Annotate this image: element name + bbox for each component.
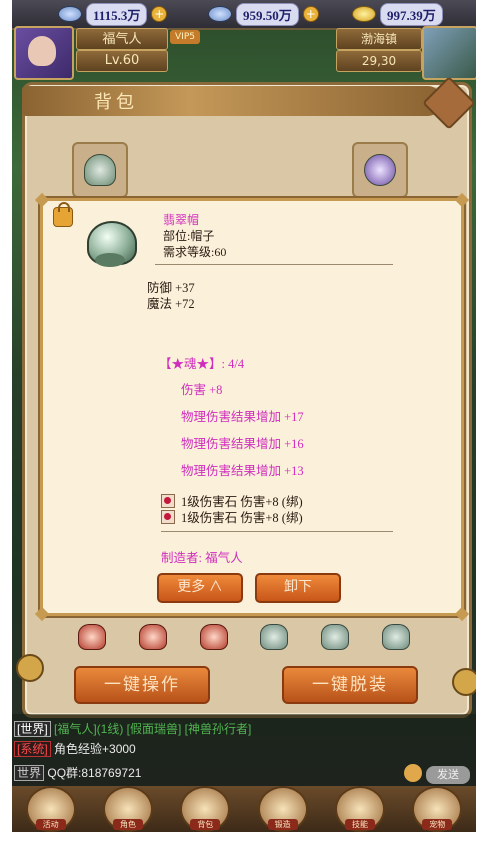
nav-label: 锻造 <box>267 819 298 830</box>
soul-attribute: 伤害 +8 <box>181 383 223 397</box>
chat-text: 角色经验+3000 <box>54 742 136 756</box>
helmet-icon <box>78 624 106 650</box>
item-name: 翡翠帽 <box>163 213 200 227</box>
minimap[interactable] <box>422 26 476 80</box>
chat-message: 世界 QQ群:818769721 <box>14 764 141 781</box>
vip-badge[interactable]: VIP5 <box>170 30 200 44</box>
resource-bar: 1115.3万 + 959.50万 + 997.39万 <box>12 0 476 30</box>
unequip-button[interactable]: 卸下 <box>255 573 341 603</box>
player-avatar[interactable] <box>14 26 74 80</box>
location-name: 渤海镇 <box>336 28 422 50</box>
location-coords: 29,30 <box>336 50 422 72</box>
item-maker: 制造者: 福气人 <box>161 551 243 565</box>
nav-label: 背包 <box>190 819 221 830</box>
helmet-icon <box>260 624 289 650</box>
gem-icon <box>161 493 175 508</box>
gold-icon <box>352 6 376 22</box>
item-slot: 部位:帽子 <box>163 229 215 243</box>
resource-ingot: 959.50万 + <box>208 2 319 26</box>
helmet-icon <box>138 624 167 650</box>
bag-item[interactable] <box>372 614 418 658</box>
equip-slot-helmet[interactable] <box>72 142 128 198</box>
gold-amount: 997.39万 <box>380 2 443 26</box>
add-ingot-button[interactable]: + <box>302 6 319 22</box>
helmet-icon <box>199 624 228 650</box>
gem-line: 1级伤害石 伤害+8 (绑) <box>161 507 303 526</box>
ingot-amount: 959.50万 <box>236 2 299 26</box>
silver-icon <box>58 6 82 22</box>
bag-title: 背包 <box>94 92 138 112</box>
emoji-icon[interactable] <box>404 764 422 782</box>
nav-label: 宠物 <box>422 819 453 830</box>
divider <box>155 264 393 265</box>
equip-slot-accessory[interactable] <box>352 142 408 198</box>
chat-message: [系统] 角色经验+3000 <box>14 740 136 757</box>
helmet-icon <box>83 215 139 271</box>
nav-bag[interactable]: 背包 <box>180 786 231 832</box>
resource-silver: 1115.3万 + <box>58 2 168 26</box>
soul-attribute: 物理伤害结果增加 +17 <box>181 410 304 424</box>
emote-icon[interactable] <box>16 654 44 682</box>
player-name: 福气人 <box>76 28 168 50</box>
bag-item[interactable] <box>190 614 236 658</box>
chat-channel-tag[interactable]: [世界] <box>14 721 51 737</box>
chat-text: QQ群:818769721 <box>47 766 142 780</box>
bag-item[interactable] <box>311 614 357 658</box>
gem-icon <box>161 509 175 524</box>
item-stat: 魔法 +72 <box>147 297 195 311</box>
helmet-icon <box>84 154 116 186</box>
player-level: Lv.60 <box>76 50 168 72</box>
lock-icon[interactable] <box>53 202 73 227</box>
resource-gold: 997.39万 <box>352 2 443 26</box>
nav-label: 技能 <box>344 819 375 830</box>
chat-channel-tag: [系统] <box>14 741 51 757</box>
divider <box>161 531 393 532</box>
item-tooltip: 翡翠帽 部位:帽子 需求等级:60 防御 +37 魔法 +72 【★魂★】: 4… <box>34 192 470 622</box>
flower-icon <box>364 154 396 186</box>
bag-item[interactable] <box>250 614 296 658</box>
item-required-level: 需求等级:60 <box>163 245 227 259</box>
nav-forge[interactable]: 锻造 <box>257 786 308 832</box>
ingot-icon <box>208 6 232 22</box>
bag-item[interactable] <box>68 614 114 658</box>
helmet-icon <box>321 624 350 650</box>
send-button[interactable]: 发送 <box>426 766 470 784</box>
unequip-all-button[interactable]: 一键脱装 <box>282 666 418 704</box>
nav-activity[interactable]: 活动 <box>25 786 76 832</box>
nav-skills[interactable]: 技能 <box>334 786 385 832</box>
bag-title-bar <box>22 86 442 116</box>
chat-message: [世界] [福气人](1线) [假面瑞兽] [神兽孙行者] <box>14 720 251 737</box>
game-screen: 1115.3万 + 959.50万 + 997.39万 福气人 Lv.60 VI… <box>12 0 476 832</box>
nav-label: 角色 <box>112 819 143 830</box>
bottom-nav: 活动 角色 背包 锻造 技能 宠物 <box>12 786 476 832</box>
silver-amount: 1115.3万 <box>86 2 148 26</box>
nav-character[interactable]: 角色 <box>102 786 153 832</box>
soul-attribute: 物理伤害结果增加 +13 <box>181 464 304 478</box>
chat-channel-select[interactable]: 世界 <box>14 765 45 781</box>
expand-icon[interactable] <box>452 668 476 696</box>
more-button[interactable]: 更多 ∧ <box>157 573 243 603</box>
soul-attribute: 物理伤害结果增加 +16 <box>181 437 304 451</box>
bag-item-row <box>68 614 418 660</box>
nav-label: 活动 <box>35 819 66 830</box>
batch-operation-button[interactable]: 一键操作 <box>74 666 210 704</box>
add-silver-button[interactable]: + <box>151 6 168 22</box>
chat-text: [福气人](1线) [假面瑞兽] [神兽孙行者] <box>54 722 252 736</box>
nav-pet[interactable]: 宠物 <box>412 786 463 832</box>
bag-item[interactable] <box>129 614 175 658</box>
soul-title: 【★魂★】: 4/4 <box>159 357 245 371</box>
gem-text: 1级伤害石 伤害+8 (绑) <box>181 511 303 525</box>
helmet-icon <box>381 624 410 650</box>
